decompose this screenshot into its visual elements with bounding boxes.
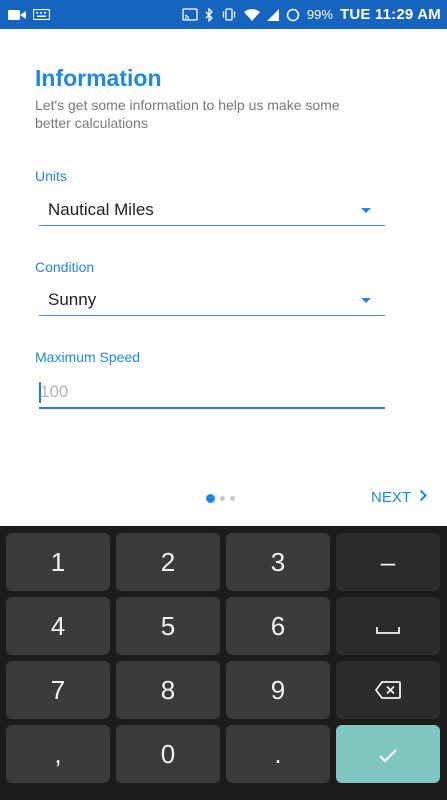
page-indicator (206, 494, 235, 503)
page-dot (220, 496, 225, 501)
page-subtitle: Let's get some information to help us ma… (35, 97, 340, 131)
units-value: Nautical Miles (48, 200, 154, 219)
max-speed-input[interactable] (39, 377, 385, 409)
dropdown-arrow-icon (361, 208, 371, 213)
battery-percent: 99% (306, 7, 333, 22)
backspace-icon (375, 675, 401, 706)
key-8[interactable]: 8 (116, 661, 220, 719)
space-key[interactable] (336, 597, 440, 655)
cast-icon (182, 8, 198, 21)
chevron-right-icon (419, 489, 427, 506)
page-title: Information (35, 65, 162, 91)
status-bar-left (8, 9, 50, 21)
status-bar-right: 99% TUE 11:29 AM (182, 6, 441, 23)
bluetooth-icon (205, 7, 214, 22)
key-0[interactable]: 0 (116, 725, 220, 783)
condition-label: Condition (35, 259, 95, 275)
key-2[interactable]: 2 (116, 533, 220, 591)
key-7[interactable]: 7 (6, 661, 110, 719)
units-label: Units (35, 168, 67, 184)
form-page: Information Let's get some information t… (0, 29, 447, 526)
clock: TUE 11:29 AM (339, 6, 441, 23)
cell-signal-icon (266, 8, 279, 21)
text-cursor (39, 382, 41, 403)
dropdown-arrow-icon (361, 298, 371, 303)
key-9[interactable]: 9 (226, 661, 330, 719)
vibrate-icon (221, 8, 237, 21)
key-minus[interactable]: – (336, 533, 440, 591)
condition-select[interactable]: Sunny (39, 288, 385, 316)
numeric-keyboard: 1 2 3 – 4 5 6 7 8 9 , 0 . (0, 526, 447, 800)
page-dot-active (206, 494, 215, 503)
next-label: NEXT (371, 489, 412, 506)
space-bar-icon (376, 611, 400, 642)
checkmark-icon (378, 739, 398, 770)
wifi-icon (243, 8, 260, 21)
units-select[interactable]: Nautical Miles (39, 198, 385, 226)
key-3[interactable]: 3 (226, 533, 330, 591)
max-speed-label: Maximum Speed (35, 349, 141, 365)
key-4[interactable]: 4 (6, 597, 110, 655)
condition-value: Sunny (48, 290, 97, 309)
page-dot (230, 496, 235, 501)
circle-icon (286, 8, 300, 22)
key-1[interactable]: 1 (6, 533, 110, 591)
keyboard-icon (33, 9, 50, 20)
key-5[interactable]: 5 (116, 597, 220, 655)
video-camera-icon (8, 9, 26, 21)
status-bar: 99% TUE 11:29 AM (0, 0, 447, 29)
key-6[interactable]: 6 (226, 597, 330, 655)
done-key[interactable] (336, 725, 440, 783)
next-button[interactable]: NEXT (371, 489, 427, 506)
backspace-key[interactable] (336, 661, 440, 719)
key-period[interactable]: . (226, 725, 330, 783)
key-comma[interactable]: , (6, 725, 110, 783)
